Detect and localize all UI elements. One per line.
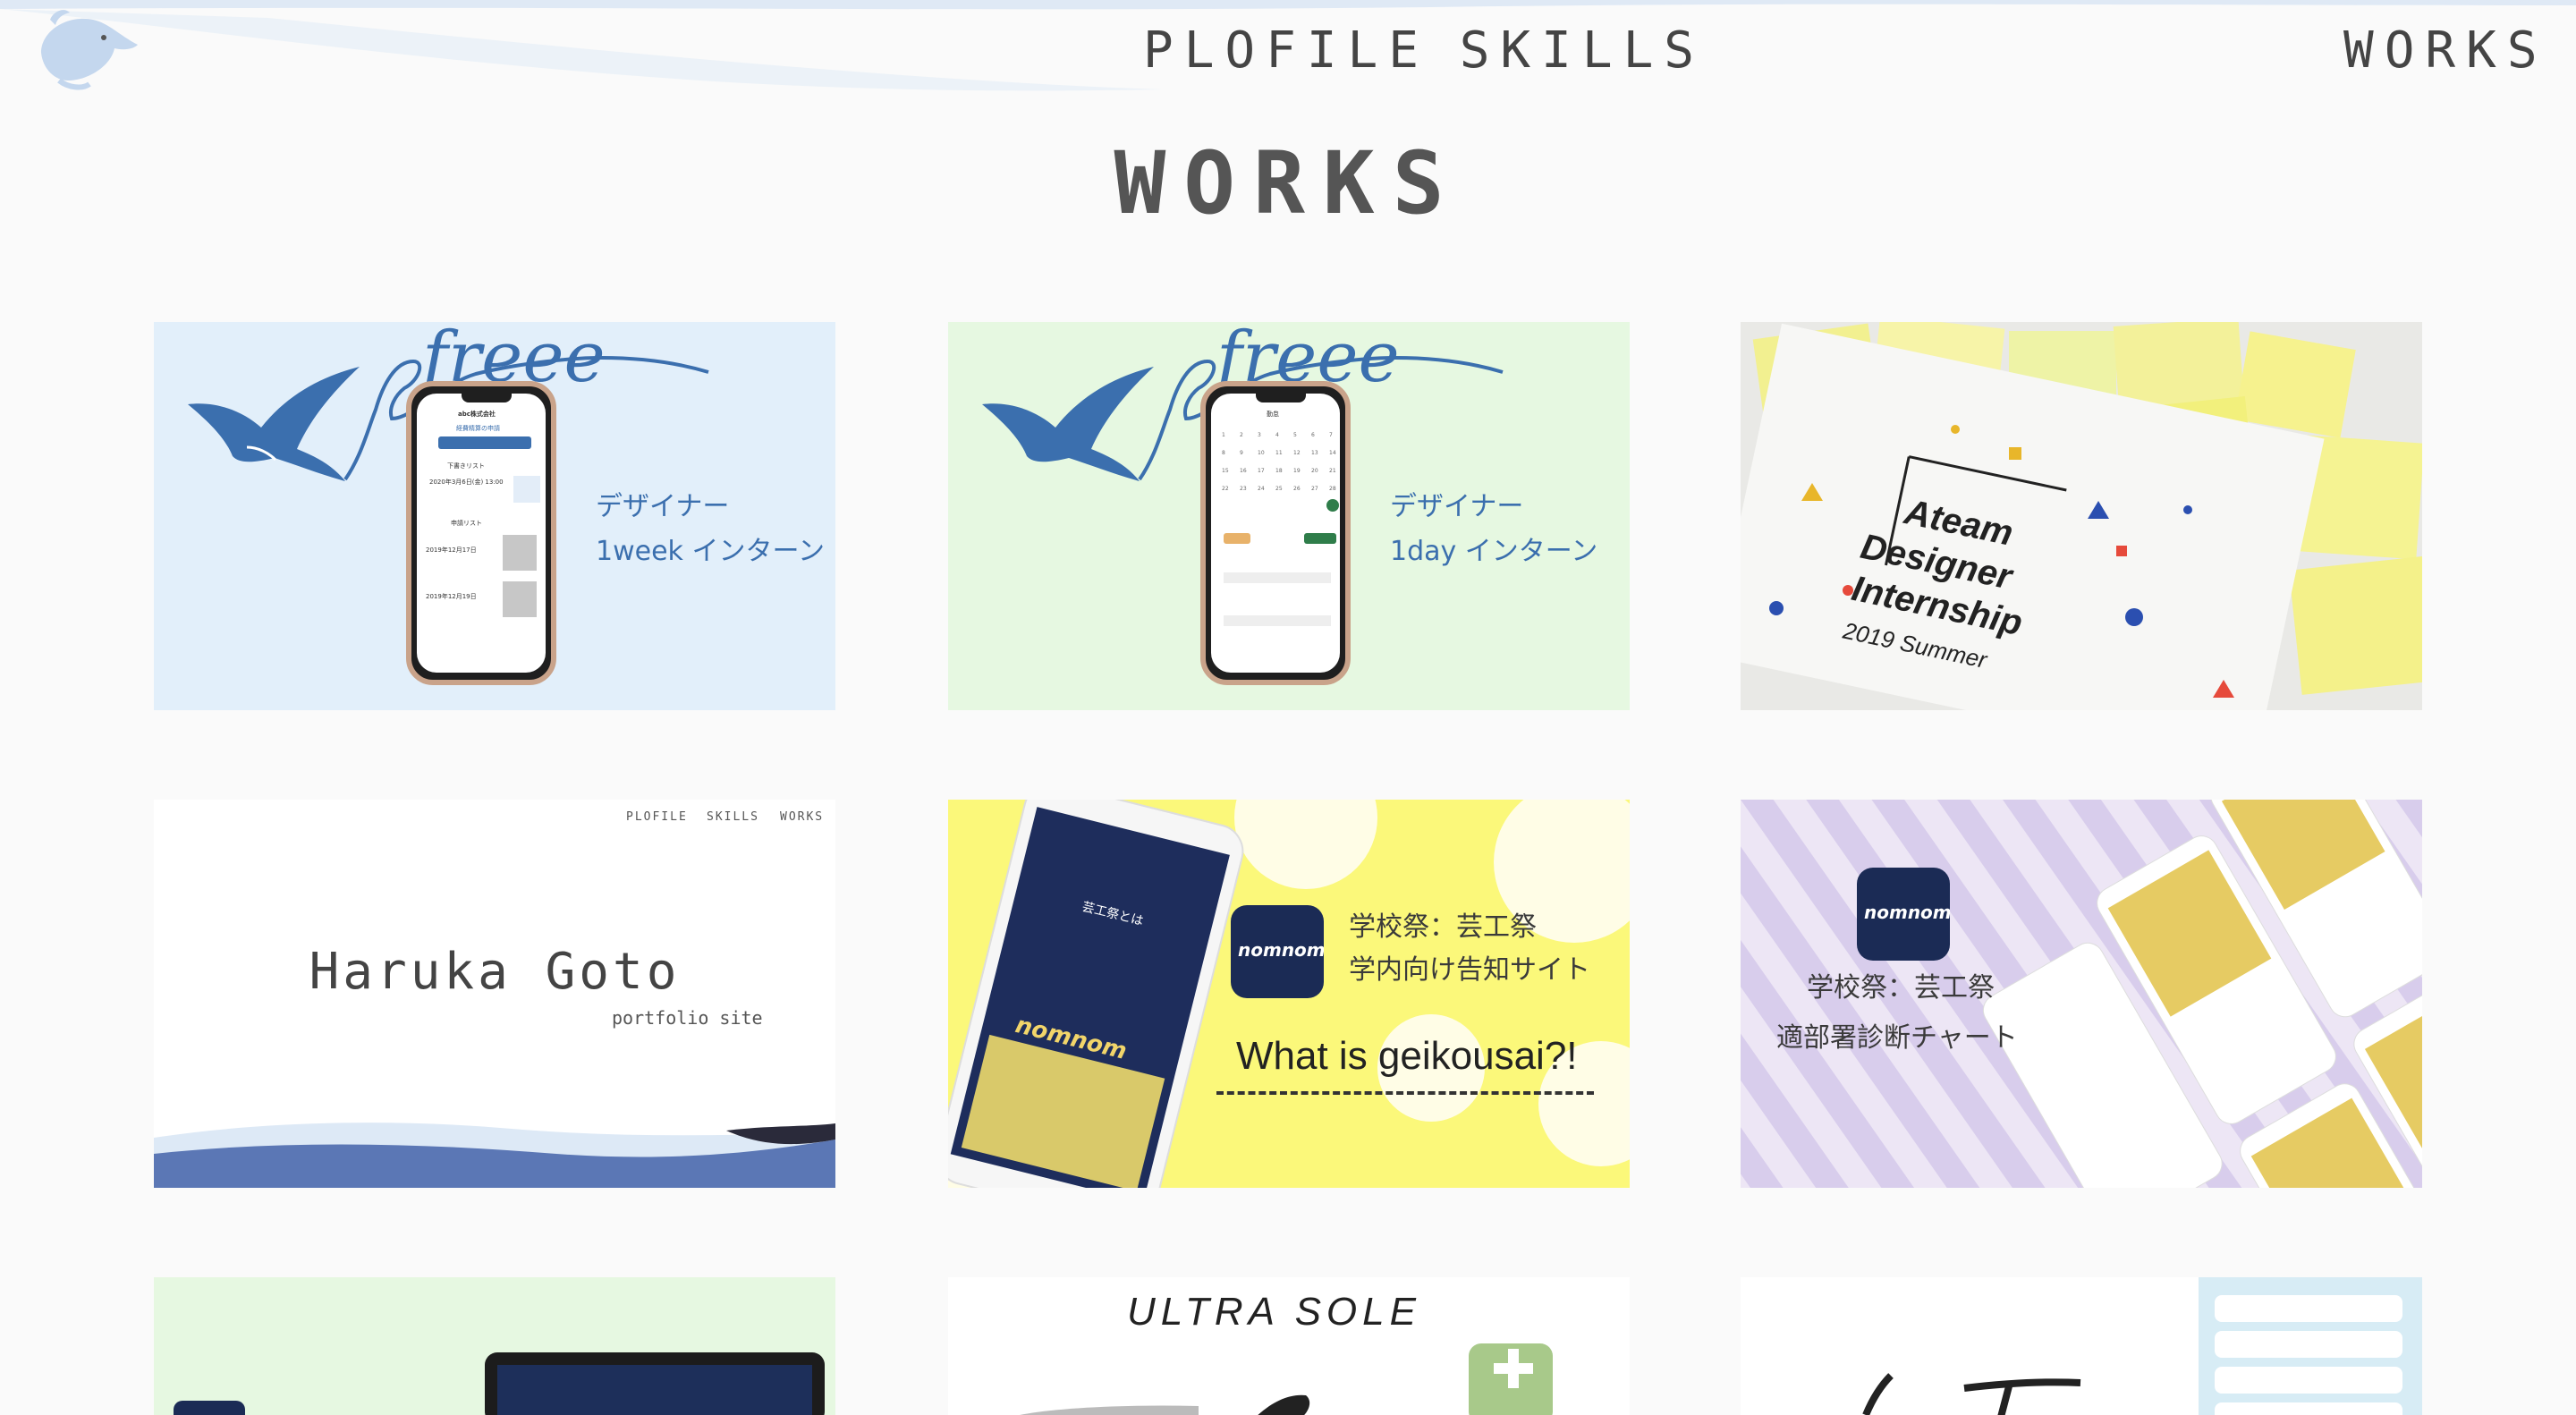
card-line-1: 学校祭：芸工祭 [1807,972,1995,1004]
nomnom-app-icon: nomnom [1231,905,1324,998]
svg-text:20: 20 [1311,468,1318,474]
svg-text:2: 2 [1240,432,1243,438]
svg-text:27: 27 [1311,486,1318,492]
work-card-geikousai-site[interactable]: 芸工祭とは nomnom nomnom 学校祭：芸工祭 学内向け告知サイト Wh… [948,800,1630,1188]
insole-graphic [1020,1343,1553,1415]
card-line-1: 学校祭：芸工祭 [1349,911,1537,943]
card-line-2: 1week インターン [596,536,825,567]
svg-text:1: 1 [1222,432,1225,438]
phone-mockup: abc株式会社 経費精算の申請 下書きリスト 2020年3月6日(金) 13:0… [406,381,556,685]
svg-text:13: 13 [1311,450,1318,456]
work-card-ultra-sole[interactable]: ULTRA SOLE [948,1277,1630,1415]
svg-text:11: 11 [1275,450,1283,456]
work-card-portfolio-site[interactable]: PLOFILE SKILLS WORKS Haruka Goto portfol… [154,800,835,1188]
card-line-2: 学内向け告知サイト [1349,954,1590,986]
svg-text:22: 22 [1222,486,1229,492]
svg-text:25: 25 [1275,486,1283,492]
svg-text:15: 15 [1222,468,1229,474]
svg-text:4: 4 [1275,432,1279,438]
work-card-freee-1week[interactable]: freee abc株式会社 経費精算の申請 下書きリスト 2020年3月6日(金… [154,322,835,710]
card-line-1: デザイナー [596,491,730,522]
svg-text:14: 14 [1329,450,1336,456]
nav-skills[interactable]: SKILLS [1460,20,1705,82]
svg-text:24: 24 [1258,486,1265,492]
whale-icon[interactable] [32,4,148,93]
svg-text:16: 16 [1240,468,1247,474]
laptop-mockup [174,1352,825,1415]
svg-text:17: 17 [1258,468,1265,474]
nav-plofile[interactable]: PLOFILE [1143,20,1429,82]
work-card-9[interactable] [1741,1277,2422,1415]
card-line-2: 適部署診断チャート [1776,1022,2018,1054]
dashed-underline [1216,1091,1594,1095]
svg-text:8: 8 [1222,450,1225,456]
svg-text:9: 9 [1240,450,1243,456]
svg-text:6: 6 [1311,432,1315,438]
svg-text:21: 21 [1329,468,1336,474]
work-card-geikousai-chart[interactable]: nomnom 学校祭：芸工祭 適部署診断チャート [1741,800,2422,1188]
work-card-ateam-internship[interactable]: Ateam Designer Internship 2019 Summer [1741,322,2422,710]
internship-title: Ateam Designer Internship 2019 Summer [1840,492,2026,674]
svg-text:10: 10 [1258,450,1265,456]
wave-graphic [154,1123,835,1188]
svg-text:7: 7 [1329,432,1333,438]
header: PLOFILE SKILLS WORKS [0,0,2576,98]
svg-text:5: 5 [1293,432,1297,438]
card-line-1: デザイナー [1390,491,1524,522]
svg-text:19: 19 [1293,468,1301,474]
card-line-2: 1day インターン [1390,536,1598,567]
chat-mockup [1862,1277,2422,1415]
svg-text:28: 28 [1329,486,1336,492]
card-tagline: What is geikousai?! [1236,1034,1578,1078]
work-card-7[interactable] [154,1277,835,1415]
phone-mockup: 勤怠 1234567 8 9 10 11 12 13 14 15 16 17 18 19 20 21 2… [1200,381,1351,685]
svg-text:23: 23 [1240,486,1247,492]
svg-text:12: 12 [1293,450,1301,456]
svg-text:18: 18 [1275,468,1283,474]
nav-works[interactable]: WORKS [2343,20,2538,82]
svg-text:26: 26 [1293,486,1301,492]
nomnom-app-icon: nomnom [1857,868,1950,961]
work-card-freee-1day[interactable]: freee 勤怠 1234567 8 9 10 11 12 13 14 15 16 17 18 19… [948,322,1630,710]
page-title: WORKS [1114,133,1462,233]
svg-text:3: 3 [1258,432,1261,438]
